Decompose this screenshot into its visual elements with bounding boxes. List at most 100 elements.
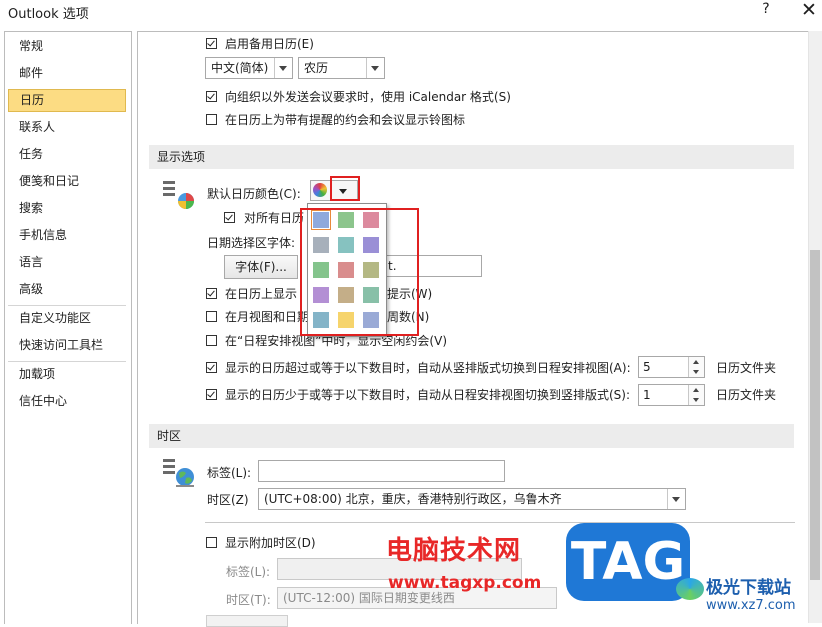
auto-switch-vertical-value: 1: [643, 388, 651, 402]
schedule-view-free-checkbox[interactable]: [206, 335, 217, 346]
icalendar-checkbox[interactable]: [206, 91, 217, 102]
spin-down-icon[interactable]: [688, 395, 704, 405]
auto-switch-vertical-checkbox[interactable]: [206, 389, 217, 400]
icalendar-label: 向组织以外发送会议要求时，使用 iCalendar 格式(S): [225, 90, 511, 104]
color-dropdown-button[interactable]: [330, 181, 356, 200]
additional-tz-zone-label: 时区(T):: [226, 593, 271, 607]
nav-divider: [8, 305, 126, 306]
auto-switch-vertical-spinner[interactable]: 1: [638, 384, 705, 406]
auto-switch-vertical-unit: 日历文件夹: [716, 388, 777, 402]
auto-switch-schedule-label: 显示的日历超过或等于以下数目时，自动从竖排版式切换到日程安排视图(A):: [225, 361, 631, 375]
show-additional-tz-label: 显示附加时区(D): [225, 536, 316, 550]
alt-calendar-type-value: 农历: [304, 61, 329, 75]
alt-calendar-language-value: 中文(简体): [211, 61, 269, 75]
watermark-url: www.tagxp.com: [388, 573, 542, 593]
timezone-select-value: (UTC+08:00) 北京，重庆，香港特别行政区，乌鲁木齐: [264, 492, 562, 506]
month-view-weeknum-label: 在月视图和日期: [225, 310, 310, 324]
color-swatch[interactable]: [312, 286, 330, 304]
additional-tz-label-label: 标签(L):: [226, 565, 271, 579]
nav-item-contacts[interactable]: 联系人: [8, 116, 126, 139]
nav-item-addins[interactable]: 加载项: [8, 363, 126, 386]
nav-divider: [8, 361, 126, 362]
watermark-site-url: www.xz7.com: [706, 598, 796, 613]
chevron-down-icon: [274, 58, 292, 78]
nav-item-advanced[interactable]: 高级: [8, 278, 126, 301]
color-swatch[interactable]: [312, 236, 330, 254]
enable-alt-calendar-label: 启用备用日历(E): [225, 37, 314, 51]
color-swatch[interactable]: [362, 286, 380, 304]
watermark-text: 电脑技术网: [386, 536, 522, 566]
date-font-label: 日期选择区字体:: [207, 236, 296, 250]
nav-item-language[interactable]: 语言: [8, 251, 126, 274]
bell-icon-label: 在日历上为带有提醒的约会和会议显示铃图标: [225, 113, 466, 127]
bell-icon-checkbox[interactable]: [206, 114, 217, 125]
close-button[interactable]: ✕: [797, 0, 821, 23]
timezone-label-label: 标签(L):: [207, 466, 252, 480]
spin-down-icon[interactable]: [688, 367, 704, 377]
nav-item-customize-ribbon[interactable]: 自定义功能区: [8, 307, 126, 330]
month-view-weeknum-label-end: 周数(N): [387, 310, 430, 324]
font-preview-box: t.: [383, 255, 482, 277]
scrollbar-thumb[interactable]: [810, 250, 820, 580]
auto-switch-schedule-unit: 日历文件夹: [716, 361, 777, 375]
nav-item-mobile[interactable]: 手机信息: [8, 224, 126, 247]
nav-item-tasks[interactable]: 任务: [8, 143, 126, 166]
chevron-down-icon: [366, 58, 384, 78]
additional-tz-select-value: (UTC-12:00) 国际日期变更线西: [283, 591, 455, 605]
nav-item-mail[interactable]: 邮件: [8, 62, 126, 85]
palette-icon: [313, 183, 327, 197]
font-preview-text: t.: [388, 259, 397, 273]
enable-alt-calendar-checkbox[interactable]: [206, 38, 217, 49]
watermark-tag-logo: TAG: [566, 523, 690, 601]
help-button[interactable]: ?: [757, 1, 775, 21]
nav-item-search[interactable]: 搜索: [8, 197, 126, 220]
section-header-display: 显示选项: [149, 145, 794, 169]
timezone-divider: [205, 522, 795, 523]
timezone-globe-icon: [163, 459, 194, 487]
show-on-calendar-label-end: 提示(W): [387, 287, 433, 301]
swap-timezones-button[interactable]: [206, 615, 288, 627]
timezone-select[interactable]: (UTC+08:00) 北京，重庆，香港特别行政区，乌鲁木齐: [258, 488, 686, 510]
chevron-down-icon: [667, 489, 685, 509]
color-swatch[interactable]: [337, 311, 355, 329]
alt-calendar-type-select[interactable]: 农历: [298, 57, 385, 79]
month-view-weeknum-checkbox[interactable]: [206, 311, 217, 322]
color-swatch[interactable]: [337, 236, 355, 254]
nav-item-quick-access[interactable]: 快速访问工具栏: [8, 334, 126, 357]
nav-item-notes-journal[interactable]: 便笺和日记: [8, 170, 126, 193]
show-on-calendar-checkbox[interactable]: [206, 288, 217, 299]
auto-switch-schedule-checkbox[interactable]: [206, 362, 217, 373]
color-swatch[interactable]: [337, 286, 355, 304]
window-title: Outlook 选项: [8, 7, 89, 22]
color-swatch[interactable]: [362, 236, 380, 254]
nav-item-calendar[interactable]: 日历: [8, 89, 126, 112]
show-additional-tz-checkbox[interactable]: [206, 537, 217, 548]
options-nav: 常规 邮件 日历 联系人 任务 便笺和日记 搜索 手机信息 语言 高级 自定义功…: [4, 31, 132, 624]
nav-item-general[interactable]: 常规: [8, 35, 126, 58]
color-swatch[interactable]: [337, 211, 355, 229]
color-swatch[interactable]: [312, 261, 330, 279]
alt-calendar-language-select[interactable]: 中文(简体): [205, 57, 293, 79]
color-swatch[interactable]: [362, 311, 380, 329]
section-header-timezone: 时区: [149, 424, 794, 448]
watermark-site-name: 极光下载站: [706, 578, 791, 598]
color-swatch[interactable]: [362, 261, 380, 279]
title-bar: [0, 0, 822, 26]
default-color-label: 默认日历颜色(C):: [207, 187, 301, 201]
timezone-zone-label: 时区(Z): [207, 493, 249, 507]
color-swatch[interactable]: [337, 261, 355, 279]
calendar-color-icon: [163, 181, 194, 209]
color-swatch[interactable]: [311, 210, 331, 230]
nav-item-trust-center[interactable]: 信任中心: [8, 390, 126, 413]
show-on-calendar-label: 在日历上显示: [225, 287, 298, 301]
timezone-label-input[interactable]: [258, 460, 505, 482]
auto-switch-schedule-spinner[interactable]: 5: [638, 356, 705, 378]
color-swatch[interactable]: [362, 211, 380, 229]
site-logo-icon: [676, 578, 704, 600]
apply-all-calendars-label: 对所有日历: [244, 211, 305, 225]
apply-all-calendars-checkbox[interactable]: [224, 212, 235, 223]
auto-switch-schedule-value: 5: [643, 360, 651, 374]
auto-switch-vertical-label: 显示的日历少于或等于以下数目时，自动从日程安排视图切换到竖排版式(S):: [225, 388, 631, 402]
font-button[interactable]: 字体(F)...: [224, 255, 298, 279]
color-swatch[interactable]: [312, 311, 330, 329]
